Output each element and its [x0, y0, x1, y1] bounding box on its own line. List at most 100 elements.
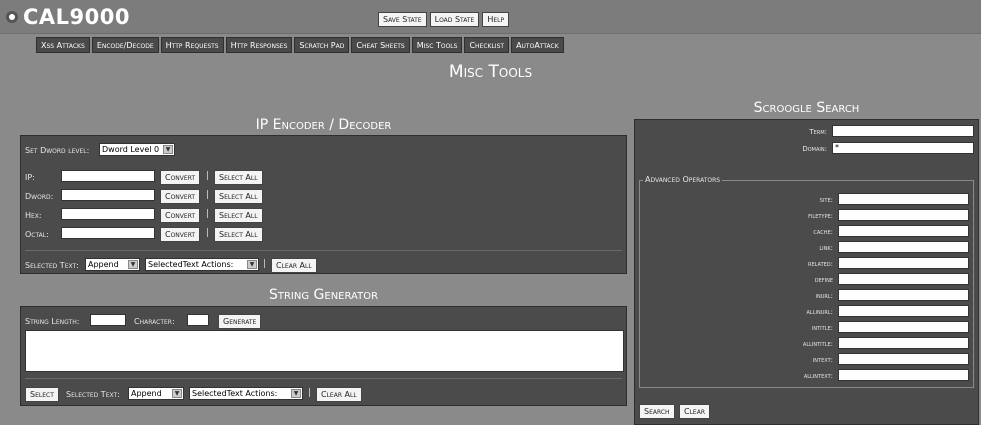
- dword-level-value: Dword Level 0: [102, 145, 160, 154]
- help-button[interactable]: Help: [482, 12, 510, 27]
- intext-label: intext:: [812, 356, 833, 364]
- sg-clear-all-button[interactable]: Clear All: [316, 387, 362, 402]
- dword-input[interactable]: [61, 189, 155, 201]
- define-label: define: [814, 276, 833, 284]
- hex-select-all-button[interactable]: Select All: [214, 208, 263, 223]
- allintitle-input[interactable]: [838, 337, 969, 349]
- generate-button[interactable]: Generate: [218, 314, 262, 329]
- ip-section-title: IP Encoder / Decoder: [255, 117, 392, 133]
- sg-actions-value: SelectedText Actions:: [192, 389, 278, 398]
- ip-actions-value: SelectedText Actions:: [148, 260, 234, 269]
- term-input[interactable]: [832, 125, 974, 137]
- related-input[interactable]: [838, 257, 969, 269]
- allinurl-label: allinurl:: [806, 308, 833, 316]
- related-label: related:: [808, 260, 833, 268]
- allintext-input[interactable]: [838, 369, 969, 381]
- sg-selected-text-label: Selected Text:: [66, 390, 120, 399]
- intext-input[interactable]: [838, 353, 969, 365]
- scroogle-title: Scroogle Search: [753, 100, 860, 116]
- header-buttons: Save State Load State Help: [378, 12, 510, 27]
- chevron-down-icon: ▼: [247, 260, 257, 269]
- dword-select-all-button[interactable]: Select All: [214, 189, 263, 204]
- dword-label: Dword:: [25, 192, 54, 201]
- dword-convert-button[interactable]: Convert: [160, 189, 201, 204]
- select-button[interactable]: Select: [25, 387, 59, 402]
- ip-panel: Set Dword level: Dword Level 0 ▼ IP: Conv…: [20, 135, 627, 274]
- intitle-input[interactable]: [838, 321, 969, 333]
- sg-append-select[interactable]: Append ▼: [128, 387, 184, 400]
- hex-convert-button[interactable]: Convert: [160, 208, 201, 223]
- sg-append-value: Append: [131, 389, 162, 398]
- ip-label: IP:: [25, 173, 35, 182]
- advanced-operators-legend: Advanced Operators: [643, 175, 723, 184]
- save-state-button[interactable]: Save State: [378, 12, 427, 27]
- separator: |: [263, 259, 267, 269]
- tab-autoattack[interactable]: AutoAttack: [511, 37, 564, 53]
- chevron-down-icon: ▼: [172, 389, 182, 398]
- domain-label: Domain:: [802, 145, 827, 153]
- ip-input[interactable]: [61, 170, 155, 182]
- string-generator-title: String Generator: [268, 287, 379, 303]
- link-label: link:: [819, 244, 833, 252]
- separator: |: [308, 388, 312, 398]
- divider: [25, 250, 622, 251]
- ip-actions-select[interactable]: SelectedText Actions: ▼: [145, 258, 259, 271]
- top-bar: CAL9000 Save State Load State Help: [0, 0, 981, 34]
- separator: |: [206, 228, 210, 238]
- character-label: Character:: [134, 317, 175, 326]
- separator: |: [206, 171, 210, 181]
- page-title: Misc Tools: [448, 62, 533, 82]
- character-input[interactable]: [187, 314, 209, 326]
- dword-level-select[interactable]: Dword Level 0 ▼: [99, 143, 175, 156]
- sg-actions-select[interactable]: SelectedText Actions: ▼: [189, 387, 303, 400]
- ip-clear-all-button[interactable]: Clear All: [271, 258, 317, 273]
- tab-checklist[interactable]: Checklist: [464, 37, 510, 53]
- hex-input[interactable]: [61, 208, 155, 220]
- separator: |: [206, 209, 210, 219]
- tab-misc-tools[interactable]: Misc Tools: [411, 37, 463, 53]
- app-title: CAL9000: [23, 5, 130, 29]
- site-input[interactable]: [838, 193, 969, 205]
- tab-http-requests[interactable]: Http Requests: [160, 37, 224, 53]
- inurl-input[interactable]: [838, 289, 969, 301]
- define-input[interactable]: [838, 273, 969, 285]
- octal-label: Octal:: [25, 230, 49, 239]
- site-label: site:: [819, 196, 833, 204]
- allintitle-label: allintitle:: [802, 340, 833, 348]
- scroogle-panel: Term: Domain: * Advanced Operators site:…: [634, 119, 979, 425]
- tab-cheat-sheets[interactable]: Cheat Sheets: [351, 37, 410, 53]
- ip-append-value: Append: [88, 260, 119, 269]
- inurl-label: inurl:: [815, 292, 834, 300]
- generated-string-textarea[interactable]: [25, 330, 624, 372]
- tab-encode-decode[interactable]: Encode/Decode: [91, 37, 159, 53]
- filetype-label: filetype:: [808, 212, 833, 220]
- octal-input[interactable]: [61, 227, 155, 239]
- cache-input[interactable]: [838, 225, 969, 237]
- chevron-down-icon: ▼: [128, 260, 138, 269]
- search-button[interactable]: Search: [639, 404, 675, 419]
- filetype-input[interactable]: [838, 209, 969, 221]
- load-state-button[interactable]: Load State: [429, 12, 480, 27]
- tab-http-responses[interactable]: Http Responses: [225, 37, 293, 53]
- main-tabs: Xss Attacks Encode/Decode Http Requests …: [36, 37, 564, 53]
- hex-label: Hex:: [25, 211, 42, 220]
- ip-convert-button[interactable]: Convert: [160, 170, 201, 185]
- clear-button[interactable]: Clear: [679, 404, 710, 419]
- dword-level-label: Set Dword level:: [25, 146, 90, 155]
- domain-input[interactable]: *: [832, 142, 974, 154]
- link-input[interactable]: [838, 241, 969, 253]
- app-logo: CAL9000: [6, 5, 130, 29]
- tab-scratch-pad[interactable]: Scratch Pad: [294, 37, 350, 53]
- string-generator-panel: String Length: Character: Generate Selec…: [20, 306, 627, 406]
- tab-xss-attacks[interactable]: Xss Attacks: [36, 37, 90, 53]
- cache-label: cache:: [813, 228, 833, 236]
- string-length-input[interactable]: [90, 314, 126, 326]
- octal-convert-button[interactable]: Convert: [160, 227, 201, 242]
- ip-select-all-button[interactable]: Select All: [214, 170, 263, 185]
- logo-dot-icon: [6, 11, 18, 23]
- allinurl-input[interactable]: [838, 305, 969, 317]
- chevron-down-icon: ▼: [163, 145, 173, 154]
- ip-append-select[interactable]: Append ▼: [85, 258, 140, 271]
- term-label: Term:: [809, 128, 827, 136]
- octal-select-all-button[interactable]: Select All: [214, 227, 263, 242]
